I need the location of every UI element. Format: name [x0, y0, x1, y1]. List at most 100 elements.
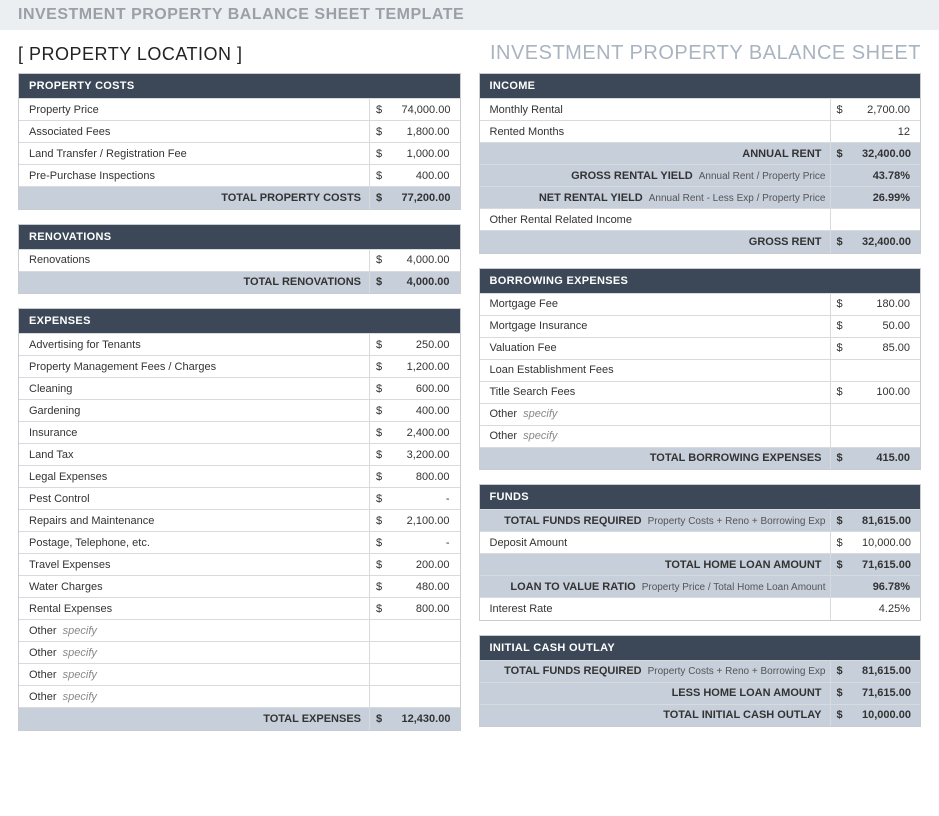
row-label: Pest Control — [19, 488, 370, 510]
row-value — [392, 620, 460, 642]
borrowing-body: Mortgage Fee $ 180.00 Mortgage Insurance… — [480, 293, 921, 403]
specify-hint: specify — [63, 669, 97, 681]
row-value: 26.99% — [830, 187, 920, 209]
sheet-title: INVESTMENT PROPERTY BALANCE SHEET — [490, 42, 921, 65]
currency-symbol: $ — [370, 488, 392, 510]
row-desc: Property Price / Total Home Loan Amount — [642, 582, 826, 593]
other-label: Other — [29, 669, 57, 681]
table-row: Loan Establishment Fees — [480, 359, 921, 381]
row-value: 81,615.00 — [852, 510, 920, 532]
gross-yield-row: GROSS RENTAL YIELDAnnual Rent / Property… — [480, 165, 921, 187]
row-label: Insurance — [19, 422, 370, 444]
row-label: Interest Rate — [480, 598, 831, 620]
currency-symbol: $ — [830, 143, 852, 165]
row-value — [852, 425, 920, 447]
other-label: Other — [29, 625, 57, 637]
row-value: 4.25% — [830, 598, 920, 620]
currency-cell — [830, 209, 852, 231]
currency-symbol — [830, 359, 852, 381]
income-block: INCOME Monthly Rental $ 2,700.00 Rented … — [479, 73, 922, 254]
expenses-header: EXPENSES — [19, 309, 460, 333]
row-label: Legal Expenses — [19, 466, 370, 488]
currency-symbol: $ — [830, 99, 852, 121]
row-label: GROSS RENT — [480, 231, 831, 253]
row-label: LOAN TO VALUE RATIO — [510, 581, 635, 593]
row-label: TOTAL FUNDS REQUIRED — [504, 665, 642, 677]
page-title: INVESTMENT PROPERTY BALANCE SHEET TEMPLA… — [0, 0, 939, 30]
rented-months-row: Rented Months 12 — [480, 121, 921, 143]
currency-symbol: $ — [370, 532, 392, 554]
deposit-row: Deposit Amount $ 10,000.00 — [480, 532, 921, 554]
property-costs-header: PROPERTY COSTS — [19, 74, 460, 98]
currency-symbol: $ — [830, 510, 852, 532]
row-value: 43.78% — [830, 165, 920, 187]
other-label: Other — [29, 691, 57, 703]
row-value — [392, 642, 460, 664]
currency-cell — [830, 403, 852, 425]
row-label: Water Charges — [19, 576, 370, 598]
row-desc: Annual Rent - Less Exp / Property Price — [649, 193, 826, 204]
interest-rate-row: Interest Rate 4.25% — [480, 598, 921, 620]
currency-symbol: $ — [830, 704, 852, 726]
table-row: Land Transfer / Registration Fee $ 1,000… — [19, 143, 460, 165]
currency-symbol: $ — [830, 231, 852, 253]
row-label: Mortgage Insurance — [480, 315, 831, 337]
right-column: INCOME Monthly Rental $ 2,700.00 Rented … — [479, 73, 922, 745]
currency-symbol: $ — [370, 466, 392, 488]
row-value — [392, 686, 460, 708]
currency-symbol: $ — [830, 447, 852, 469]
specify-hint: specify — [63, 691, 97, 703]
table-row: Pre-Purchase Inspections $ 400.00 — [19, 165, 460, 187]
row-label: Other specify — [480, 403, 831, 425]
property-costs-body: Property Price $ 74,000.00 Associated Fe… — [19, 99, 460, 187]
row-value: 100.00 — [852, 381, 920, 403]
ltv-row: LOAN TO VALUE RATIO Property Price / Tota… — [480, 576, 921, 598]
outlay-header: INITIAL CASH OUTLAY — [480, 636, 921, 660]
row-value: 2,700.00 — [852, 99, 920, 121]
row-label: TOTAL HOME LOAN AMOUNT — [480, 554, 831, 576]
income-header: INCOME — [480, 74, 921, 98]
total-label: TOTAL PROPERTY COSTS — [19, 187, 370, 209]
total-value: 12,430.00 — [392, 708, 460, 730]
row-value — [392, 664, 460, 686]
row-label: Renovations — [19, 249, 370, 271]
row-value: 250.00 — [392, 334, 460, 356]
row-value: 180.00 — [852, 293, 920, 315]
other-income-row: Other Rental Related Income — [480, 209, 921, 231]
currency-symbol: $ — [370, 422, 392, 444]
total-label: TOTAL RENOVATIONS — [19, 271, 370, 293]
row-label: Loan Establishment Fees — [480, 359, 831, 381]
row-label: Other Rental Related Income — [480, 209, 831, 231]
row-label: GROSS RENTAL YIELD — [571, 170, 693, 182]
row-label: Other specify — [19, 664, 370, 686]
currency-symbol: $ — [830, 532, 852, 554]
row-value: 85.00 — [852, 337, 920, 359]
row-label: Title Search Fees — [480, 381, 831, 403]
expenses-body: Advertising for Tenants $ 250.00 Propert… — [19, 334, 460, 620]
currency-symbol: $ — [830, 660, 852, 682]
table-row: Mortgage Insurance $ 50.00 — [480, 315, 921, 337]
currency-symbol: $ — [370, 187, 392, 209]
table-row: Other specify — [19, 686, 460, 708]
currency-cell — [370, 664, 392, 686]
row-value: 1,000.00 — [392, 143, 460, 165]
total-home-loan-row: TOTAL HOME LOAN AMOUNT $ 71,615.00 — [480, 554, 921, 576]
table-row: Other specify — [19, 642, 460, 664]
currency-symbol: $ — [370, 708, 392, 730]
table-row: Property Price $ 74,000.00 — [19, 99, 460, 121]
total-value: 415.00 — [852, 447, 920, 469]
table-row: Renovations $ 4,000.00 — [19, 249, 460, 271]
row-value — [852, 403, 920, 425]
table-row: Other specify — [480, 403, 921, 425]
table-row: Water Charges $ 480.00 — [19, 576, 460, 598]
other-label: Other — [490, 408, 518, 420]
currency-cell — [370, 642, 392, 664]
currency-symbol: $ — [370, 510, 392, 532]
currency-symbol: $ — [370, 121, 392, 143]
row-value: 2,400.00 — [392, 422, 460, 444]
currency-symbol: $ — [830, 337, 852, 359]
specify-hint: specify — [63, 625, 97, 637]
row-value: 81,615.00 — [852, 660, 920, 682]
row-label: Mortgage Fee — [480, 293, 831, 315]
total-funds-required-row: TOTAL FUNDS REQUIREDProperty Costs + Ren… — [480, 510, 921, 532]
